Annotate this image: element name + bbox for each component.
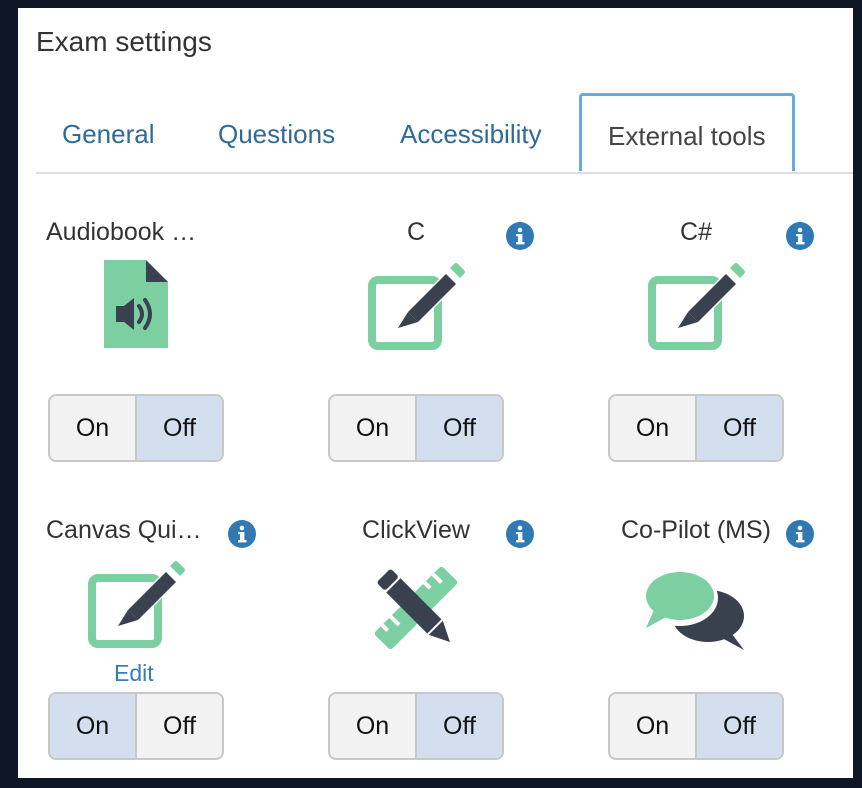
tool-copilot: Co-Pilot (MS) On Off <box>606 516 853 778</box>
toggle-on-option[interactable]: On <box>610 396 697 460</box>
toggle-off-option[interactable]: Off <box>697 396 782 460</box>
toggle-off-option[interactable]: Off <box>697 694 782 758</box>
edit-link[interactable]: Edit <box>114 660 154 687</box>
tool-csharp: C# On Off <box>606 218 853 498</box>
toggle-on-option[interactable]: On <box>50 694 137 758</box>
edit-square-icon <box>648 263 745 350</box>
toggle-c: On Off <box>328 394 504 462</box>
tab-general[interactable]: General <box>62 94 155 172</box>
tool-canvas-quizzes: Canvas Qui… Edit On Off <box>46 516 306 778</box>
tool-clickview: ClickView On Off <box>326 516 586 778</box>
toggle-on-option[interactable]: On <box>50 396 137 460</box>
info-icon[interactable] <box>506 222 534 250</box>
edit-square-icon <box>88 561 185 648</box>
toggle-off-option[interactable]: Off <box>137 396 222 460</box>
audio-file-icon <box>104 260 168 348</box>
tool-c: C On Off <box>326 218 586 498</box>
tool-name: Canvas Qui… <box>46 516 202 544</box>
tool-name: C <box>406 218 426 246</box>
toggle-on-option[interactable]: On <box>330 396 417 460</box>
tool-name: C# <box>680 218 712 246</box>
tab-bar: General Questions Accessibility External… <box>36 93 853 174</box>
tool-name: Co-Pilot (MS) <box>620 516 771 544</box>
toggle-off-option[interactable]: Off <box>137 694 222 758</box>
info-icon[interactable] <box>786 520 814 548</box>
exam-settings-panel: Exam settings General Questions Accessib… <box>18 8 853 778</box>
info-icon[interactable] <box>228 520 256 548</box>
toggle-clickview: On Off <box>328 692 504 760</box>
toggle-on-option[interactable]: On <box>610 694 697 758</box>
toggle-csharp: On Off <box>608 394 784 462</box>
tool-name: ClickView <box>362 516 470 544</box>
tab-questions[interactable]: Questions <box>218 94 335 172</box>
chat-bubbles-icon <box>644 570 744 650</box>
page-title: Exam settings <box>36 26 212 57</box>
tool-audiobook: Audiobook … On Off <box>46 218 306 498</box>
info-icon[interactable] <box>506 520 534 548</box>
toggle-canvas-quizzes: On Off <box>48 692 224 760</box>
edit-square-icon <box>368 263 465 350</box>
tool-name: Audiobook … <box>46 218 197 246</box>
info-icon[interactable] <box>786 222 814 250</box>
tab-external-tools[interactable]: External tools <box>579 93 795 171</box>
tab-accessibility[interactable]: Accessibility <box>400 94 542 172</box>
toggle-copilot: On Off <box>608 692 784 760</box>
pencil-ruler-icon <box>374 566 458 650</box>
toggle-off-option[interactable]: Off <box>417 694 502 758</box>
toggle-off-option[interactable]: Off <box>417 396 502 460</box>
toggle-audiobook: On Off <box>48 394 224 462</box>
toggle-on-option[interactable]: On <box>330 694 417 758</box>
